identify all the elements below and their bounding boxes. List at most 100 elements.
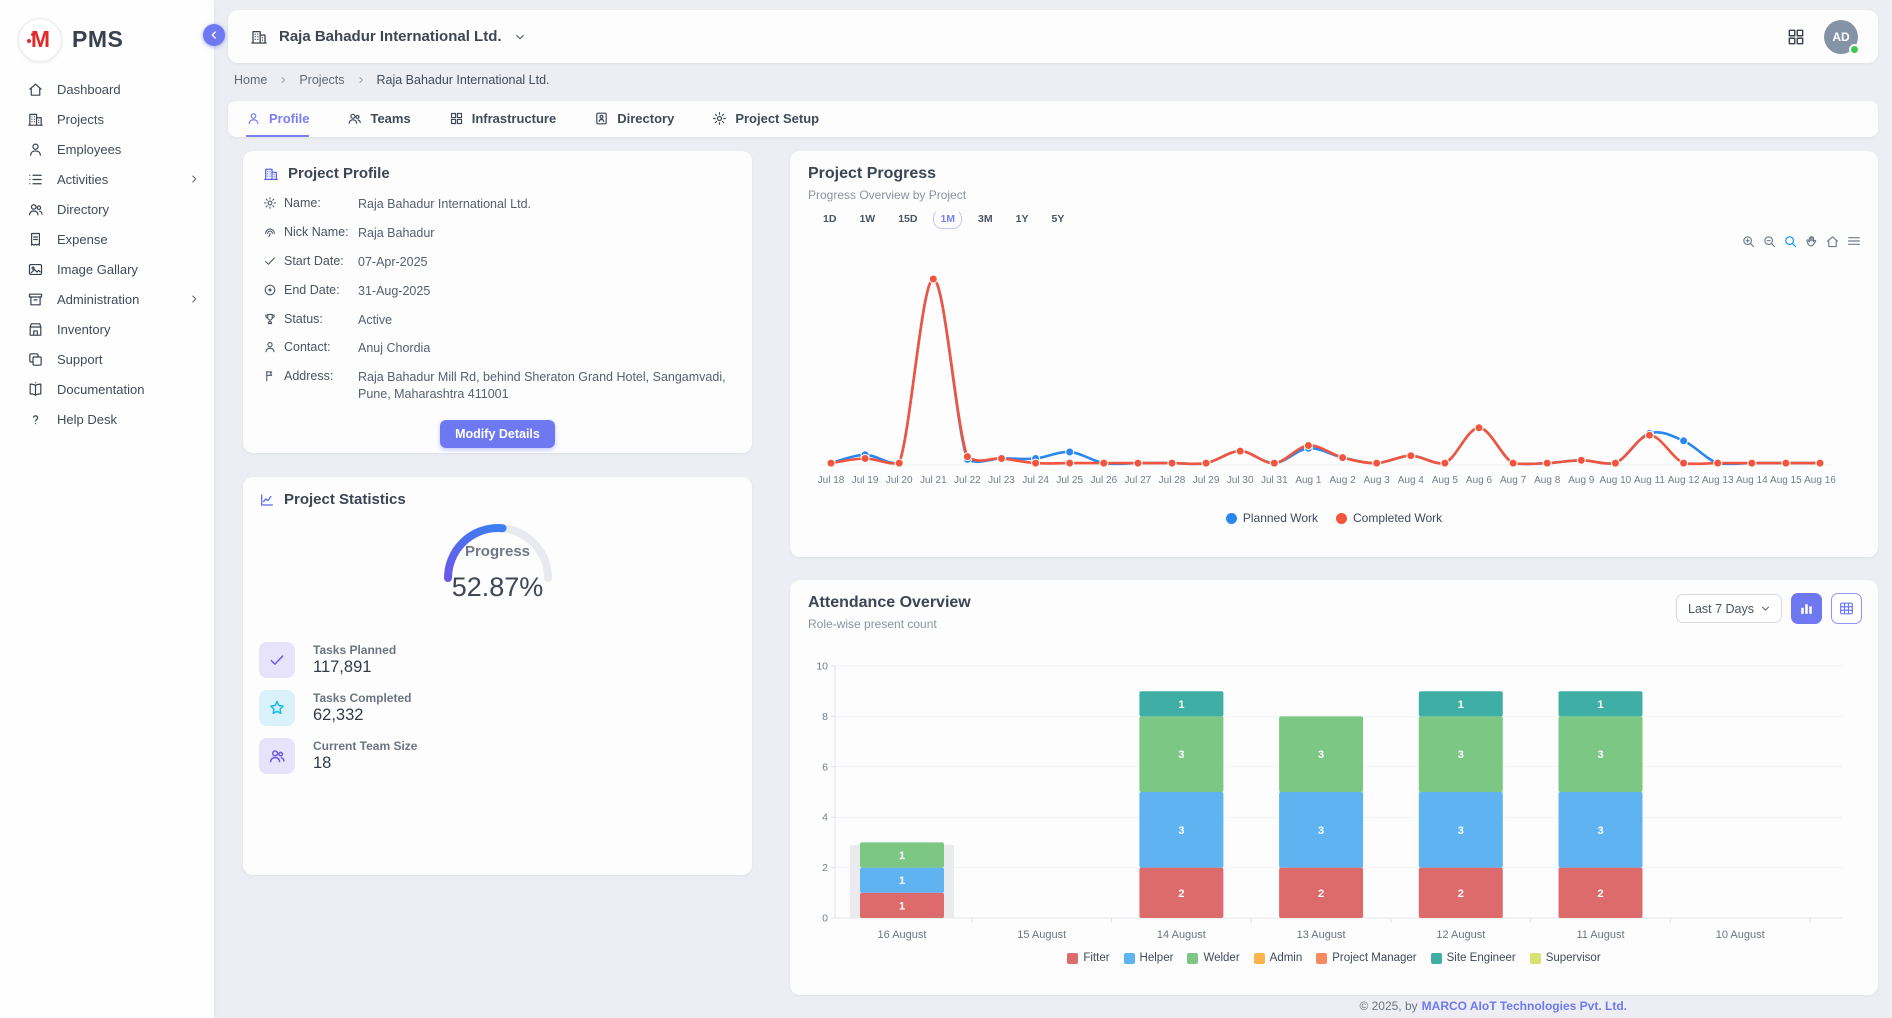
svg-text:1: 1: [1597, 699, 1603, 711]
svg-text:Aug 5: Aug 5: [1432, 475, 1459, 486]
chevron-right-icon: [188, 173, 200, 185]
logo-mark-icon: M: [18, 18, 62, 62]
gauge-value: 52.87%: [243, 572, 752, 603]
sidebar-item-support[interactable]: Support: [0, 344, 214, 374]
sidebar-item-expense[interactable]: Expense: [0, 224, 214, 254]
tab-label: Directory: [617, 111, 674, 126]
breadcrumb-separator-icon: [278, 75, 288, 85]
project-statistics-card: Project Statistics Progress 52.87% Tasks…: [243, 477, 752, 875]
range-button-1y[interactable]: 1Y: [1009, 209, 1036, 229]
apps-grid-button[interactable]: [1786, 27, 1806, 47]
svg-text:Jul 24: Jul 24: [1022, 475, 1049, 486]
bar-chart-legend: Fitter Helper Welder Admin Project Manager Si…: [790, 952, 1878, 964]
legend-color-swatch: [1124, 953, 1135, 964]
field-value: 07-Apr-2025: [358, 254, 732, 271]
legend-fitter[interactable]: Fitter: [1067, 952, 1109, 964]
image-icon: [27, 261, 44, 278]
legend-supervisor[interactable]: Supervisor: [1530, 952, 1601, 964]
svg-text:Jul 23: Jul 23: [988, 475, 1015, 486]
svg-text:3: 3: [1597, 749, 1603, 761]
tab-directory[interactable]: Directory: [594, 101, 674, 137]
range-button-1w[interactable]: 1W: [852, 209, 882, 229]
sidebar-item-inventory[interactable]: Inventory: [0, 314, 214, 344]
range-button-1d[interactable]: 1D: [816, 209, 843, 229]
breadcrumb-item-home[interactable]: Home: [234, 73, 267, 87]
svg-text:2: 2: [1458, 888, 1464, 900]
modify-details-button[interactable]: Modify Details: [440, 420, 555, 448]
legend-site-engineer[interactable]: Site Engineer: [1431, 952, 1516, 964]
flag-icon: [263, 369, 284, 383]
range-button-5y[interactable]: 5Y: [1044, 209, 1071, 229]
chevron-down-icon: [513, 30, 527, 44]
legend-welder[interactable]: Welder: [1187, 952, 1239, 964]
sidebar-item-documentation[interactable]: Documentation: [0, 374, 214, 404]
company-link[interactable]: MARCO AIoT Technologies Pvt. Ltd.: [1422, 999, 1627, 1013]
check-icon: [259, 642, 295, 678]
field-label: Status:: [284, 312, 358, 326]
stat-value: 117,891: [313, 658, 396, 677]
stat-tasks-planned: Tasks Planned117,891: [259, 642, 736, 678]
sidebar-item-image-gallary[interactable]: Image Gallary: [0, 254, 214, 284]
table-view-toggle[interactable]: [1831, 593, 1862, 624]
company-selector[interactable]: Raja Bahadur International Ltd.: [250, 28, 527, 46]
field-label: Nick Name:: [284, 225, 358, 239]
svg-text:8: 8: [822, 711, 828, 723]
svg-text:Jul 22: Jul 22: [954, 475, 981, 486]
svg-text:Jul 30: Jul 30: [1227, 475, 1254, 486]
tab-profile[interactable]: Profile: [246, 101, 309, 137]
breadcrumb-item-projects[interactable]: Projects: [299, 73, 344, 87]
svg-text:12 August: 12 August: [1436, 929, 1485, 941]
sidebar: M PMS Dashboard Projects EmployeesActiviti…: [0, 0, 214, 1018]
svg-text:Aug 15: Aug 15: [1770, 475, 1802, 486]
sidebar-item-dashboard[interactable]: Dashboard: [0, 74, 214, 104]
range-button-1m[interactable]: 1M: [933, 209, 962, 229]
receipt-icon: [27, 231, 44, 248]
legend-helper[interactable]: Helper: [1124, 952, 1174, 964]
bar-view-toggle[interactable]: [1791, 593, 1822, 624]
sidebar-item-activities[interactable]: Activities: [0, 164, 214, 194]
progress-line-chart[interactable]: Jul 18Jul 19Jul 20Jul 21Jul 22Jul 23Jul …: [806, 243, 1862, 495]
tab-infrastructure[interactable]: Infrastructure: [449, 101, 557, 137]
app-name: PMS: [72, 26, 123, 53]
svg-text:Jul 26: Jul 26: [1090, 475, 1117, 486]
svg-text:Jul 20: Jul 20: [886, 475, 913, 486]
svg-text:Aug 7: Aug 7: [1500, 475, 1527, 486]
legend-color-swatch: [1067, 953, 1078, 964]
tab-project-setup[interactable]: Project Setup: [712, 101, 819, 137]
legend-admin[interactable]: Admin: [1254, 952, 1303, 964]
legend-label: Welder: [1203, 952, 1239, 964]
tab-teams[interactable]: Teams: [347, 101, 410, 137]
sidebar-item-label: Help Desk: [57, 412, 117, 427]
sidebar-item-label: Projects: [57, 112, 104, 127]
sidebar-item-label: Image Gallary: [57, 262, 138, 277]
sidebar-item-employees[interactable]: Employees: [0, 134, 214, 164]
legend-project-manager[interactable]: Project Manager: [1316, 952, 1416, 964]
header-actions: AD: [1786, 20, 1858, 54]
record-icon: [263, 283, 284, 297]
sidebar-item-directory[interactable]: Directory: [0, 194, 214, 224]
attendance-bar-chart[interactable]: 024681011116 August15 August233114 Augus…: [806, 655, 1862, 947]
user-avatar[interactable]: AD: [1824, 20, 1858, 54]
sidebar-item-projects[interactable]: Projects: [0, 104, 214, 134]
range-button-15d[interactable]: 15D: [891, 209, 924, 229]
building-icon: [27, 111, 44, 128]
date-range-select[interactable]: Last 7 Days: [1676, 594, 1782, 623]
sidebar-item-help-desk[interactable]: Help Desk: [0, 404, 214, 434]
sidebar-menu: Dashboard Projects EmployeesActivitiesDire…: [0, 74, 214, 434]
profile-field-contact: Contact:Anuj Chordia: [263, 340, 732, 357]
tab-label: Profile: [269, 111, 309, 126]
avatar-initials: AD: [1832, 30, 1849, 44]
legend-color-dot: [1336, 513, 1347, 524]
trophy-icon: [263, 312, 284, 326]
range-button-3m[interactable]: 3M: [971, 209, 1000, 229]
svg-text:1: 1: [899, 900, 905, 912]
legend-completed-work[interactable]: Completed Work: [1336, 511, 1442, 525]
sidebar-collapse-button[interactable]: [203, 24, 225, 46]
legend-planned-work[interactable]: Planned Work: [1226, 511, 1318, 525]
sidebar-item-administration[interactable]: Administration: [0, 284, 214, 314]
app-logo[interactable]: M PMS: [0, 0, 214, 66]
progress-card-subtitle: Progress Overview by Project: [808, 188, 1860, 202]
field-value: Raja Bahadur: [358, 225, 732, 242]
svg-text:Aug 10: Aug 10: [1600, 475, 1632, 486]
copy-icon: [27, 351, 44, 368]
